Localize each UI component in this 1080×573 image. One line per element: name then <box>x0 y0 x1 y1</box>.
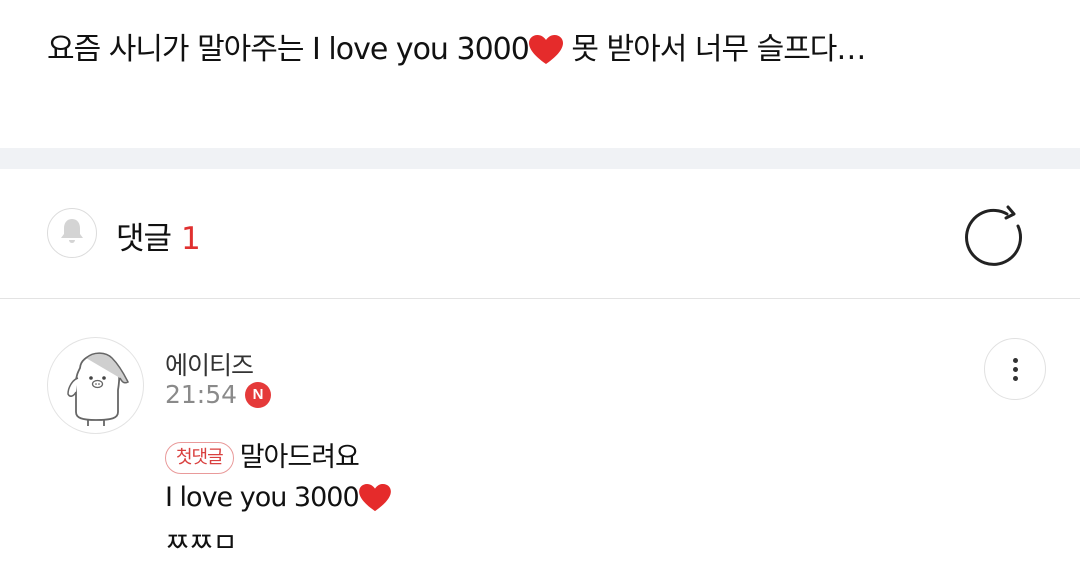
comment-body: 첫댓글 말아드려요 I love you 3000 ㅉㅉㅁ <box>165 438 391 564</box>
comment-meta: 21:54 N <box>165 380 272 409</box>
comment-more-button[interactable] <box>984 338 1046 400</box>
comment-count: 1 <box>181 221 201 257</box>
new-badge: N <box>245 381 272 408</box>
post-text: 요즘 사니가 말아주는 I love you 3000 못 받아서 너무 슬프다… <box>47 30 866 76</box>
first-comment-badge: 첫댓글 <box>165 442 234 474</box>
comment-line-2: I love you 3000 <box>165 478 391 524</box>
notification-button[interactable] <box>47 208 97 258</box>
refresh-icon <box>962 205 1028 272</box>
more-vertical-icon <box>1012 357 1018 363</box>
comment-text-2: I love you 3000 <box>165 482 360 513</box>
refresh-button[interactable] <box>962 202 1028 268</box>
post-text-part1: 요즘 사니가 말아주는 I love you 3000 <box>47 32 530 67</box>
bell-icon <box>59 217 85 249</box>
heart-icon <box>528 35 563 76</box>
comment-line-3: ㅉㅉㅁ <box>165 528 238 559</box>
comment-author[interactable]: 에이티즈 <box>165 346 254 382</box>
comment-time: 21:54 <box>165 380 238 409</box>
comments-label: 댓글 <box>116 221 172 257</box>
more-vertical-icon-dot <box>1012 366 1018 372</box>
section-separator <box>0 148 1080 169</box>
comments-header: 댓글 1 <box>0 169 1080 299</box>
comment-text-1: 말아드려요 <box>239 442 360 473</box>
more-vertical-icon-dot <box>1012 375 1018 381</box>
comment-line-1: 첫댓글 말아드려요 <box>165 438 391 478</box>
heart-icon <box>358 484 391 524</box>
comments-title: 댓글 1 <box>116 213 201 258</box>
avatar[interactable] <box>47 337 144 434</box>
post-text-part2: 못 받아서 너무 슬프다… <box>562 32 866 67</box>
header-divider <box>0 298 1080 299</box>
